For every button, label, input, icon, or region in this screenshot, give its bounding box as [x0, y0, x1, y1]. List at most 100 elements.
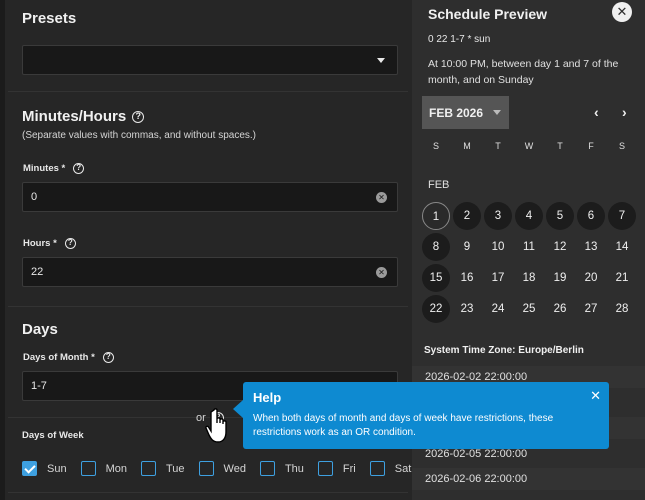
calendar-day[interactable]: 10 — [484, 233, 512, 261]
weekday-label: Mon — [105, 462, 127, 475]
weekday-checkbox-thu[interactable]: Thu — [259, 461, 304, 476]
hours-label: Hours *? — [23, 238, 76, 249]
calendar-month-label: FEB — [428, 179, 450, 191]
calendar-day[interactable]: 3 — [484, 202, 512, 230]
calendar-day[interactable]: 11 — [515, 233, 543, 261]
minutes-label-text: Minutes * — [23, 163, 66, 175]
next-run-timestamp: 2026-02-05 22:00:00 — [425, 448, 528, 460]
calendar-day[interactable]: 2 — [453, 202, 481, 230]
weekday-checkbox-tue[interactable]: Tue — [140, 461, 185, 476]
hours-input[interactable]: 22 ✕ — [22, 257, 398, 287]
minutes-value: 0 — [31, 191, 38, 203]
chevron-down-icon — [493, 110, 501, 115]
weekday-checkbox-sat[interactable]: Sat — [369, 461, 411, 476]
help-text: When both days of month and days of week… — [253, 413, 554, 438]
calendar-day[interactable]: 27 — [577, 295, 605, 323]
dom-label-text: Days of Month * — [23, 352, 95, 364]
weekday-header: T — [495, 141, 501, 151]
month-year-selector[interactable]: FEB 2026 — [422, 96, 509, 129]
calendar-day[interactable]: 1 — [422, 202, 450, 230]
dom-value: 1-7 — [31, 380, 47, 392]
weekday-label: Sun — [47, 462, 67, 475]
weekday-header: W — [524, 141, 534, 151]
minutes-label: Minutes *? — [23, 163, 85, 175]
weekday-header: S — [432, 141, 439, 151]
calendar-day[interactable]: 25 — [515, 295, 543, 323]
dom-label: Days of Month *? — [23, 352, 114, 363]
presets-select[interactable] — [22, 45, 398, 75]
calendar-day[interactable]: 26 — [546, 295, 574, 323]
cron-expression: 0 22 1-7 * sun — [428, 34, 491, 45]
calendar-day[interactable]: 19 — [546, 264, 574, 292]
checkbox[interactable] — [140, 461, 156, 476]
next-month-button[interactable]: › — [622, 104, 627, 120]
checkbox[interactable] — [317, 461, 333, 476]
checkbox[interactable] — [198, 461, 214, 476]
weekday-label: Fri — [342, 462, 356, 475]
divider — [8, 492, 408, 493]
weekday-header: M — [463, 141, 471, 151]
weekday-header: T — [557, 141, 563, 151]
calendar-day[interactable]: 17 — [484, 264, 512, 292]
schedule-preview-title: Schedule Preview — [428, 6, 548, 22]
next-run-timestamp: 2026-02-06 22:00:00 — [425, 473, 528, 485]
calendar-day[interactable]: 21 — [608, 264, 636, 292]
clear-icon[interactable]: ✕ — [376, 267, 387, 278]
weekday-header: F — [588, 141, 594, 151]
calendar-day[interactable]: 12 — [546, 233, 574, 261]
checkbox[interactable] — [80, 461, 96, 476]
help-tooltip: Help ✕ When both days of month and days … — [233, 382, 609, 449]
system-timezone: System Time Zone: Europe/Berlin — [424, 345, 584, 356]
calendar-day[interactable]: 4 — [515, 202, 543, 230]
close-icon[interactable]: ✕ — [590, 388, 601, 404]
calendar-day[interactable]: 24 — [484, 295, 512, 323]
help-circle-icon[interactable]: ? — [73, 163, 85, 174]
days-of-week-checkboxes: Sun Mon Tue Wed Thu Fri Sat — [22, 461, 425, 476]
calendar-day[interactable]: 8 — [422, 233, 450, 261]
next-run-row: 2026-02-06 22:00:00 — [412, 468, 645, 490]
calendar-day[interactable]: 7 — [608, 202, 636, 230]
calendar-day[interactable]: 6 — [577, 202, 605, 230]
minutes-hours-hint: (Separate values with commas, and withou… — [22, 130, 256, 141]
days-of-week-label: Days of Week — [22, 430, 84, 441]
weekday-label: Wed — [223, 462, 246, 475]
calendar-day[interactable]: 23 — [453, 295, 481, 323]
calendar-day[interactable]: 13 — [577, 233, 605, 261]
close-icon[interactable]: ✕ — [612, 2, 632, 22]
hand-pointer-icon — [205, 408, 227, 443]
calendar-day[interactable]: 14 — [608, 233, 636, 261]
clear-icon[interactable]: ✕ — [376, 192, 387, 203]
weekday-checkbox-mon[interactable]: Mon — [80, 461, 127, 476]
weekday-checkbox-wed[interactable]: Wed — [198, 461, 246, 476]
checkbox[interactable] — [22, 461, 37, 476]
presets-title: Presets — [22, 10, 77, 27]
calendar-day[interactable]: 18 — [515, 264, 543, 292]
chevron-down-icon — [377, 58, 385, 63]
checkbox[interactable] — [259, 461, 275, 476]
calendar-day[interactable]: 20 — [577, 264, 605, 292]
calendar-day[interactable]: 28 — [608, 295, 636, 323]
help-circle-icon[interactable]: ? — [64, 238, 76, 249]
help-title: Help — [253, 390, 282, 405]
previous-month-button[interactable]: ‹ — [594, 104, 599, 120]
days-title: Days — [22, 321, 58, 338]
calendar-day[interactable]: 16 — [453, 264, 481, 292]
weekday-checkbox-sun[interactable]: Sun — [22, 461, 67, 476]
minutes-input[interactable]: 0 ✕ — [22, 182, 398, 212]
checkbox[interactable] — [369, 461, 385, 476]
minutes-hours-title: Minutes/Hours? — [22, 108, 145, 125]
help-circle-icon[interactable]: ? — [132, 111, 145, 124]
hours-label-text: Hours * — [23, 238, 57, 250]
calendar-day[interactable]: 15 — [422, 264, 450, 292]
calendar-day[interactable]: 9 — [453, 233, 481, 261]
panel-edge — [0, 0, 5, 500]
month-year-label: FEB 2026 — [429, 106, 484, 120]
calendar-day[interactable]: 5 — [546, 202, 574, 230]
weekday-label: Tue — [165, 462, 185, 475]
help-circle-icon[interactable]: ? — [102, 352, 114, 363]
weekday-label: Thu — [284, 462, 304, 475]
calendar-day[interactable]: 22 — [422, 295, 450, 323]
minutes-hours-title-text: Minutes/Hours — [22, 108, 127, 125]
weekday-checkbox-fri[interactable]: Fri — [317, 461, 356, 476]
weekday-header: S — [618, 141, 625, 151]
